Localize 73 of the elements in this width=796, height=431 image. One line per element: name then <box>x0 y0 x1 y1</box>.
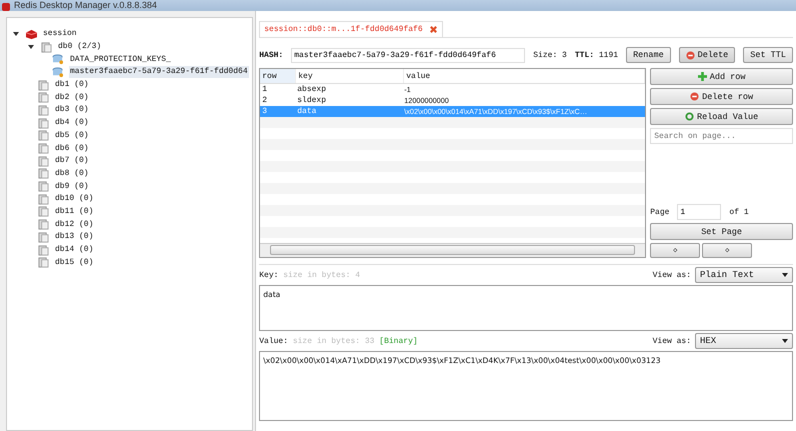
database-icon <box>40 42 53 53</box>
database-icon <box>37 104 50 116</box>
database-icon <box>37 143 50 154</box>
key-label: Key: size in bytes: 4 <box>259 270 360 280</box>
tree-item[interactable]: db15 (0) <box>54 256 94 269</box>
window-title: Redis Desktop Manager v.0.8.8.384 <box>14 0 157 11</box>
search-field[interactable]: Search on page... <box>650 128 793 144</box>
database-icon <box>37 92 50 104</box>
cube-icon <box>25 28 38 40</box>
tree-item[interactable]: db5 (0) <box>54 130 90 142</box>
tree-item[interactable]: db4 (0) <box>54 117 90 130</box>
tree-item[interactable]: db13 (0) <box>54 231 94 244</box>
side-button[interactable]: Delete row <box>650 88 793 105</box>
database-icon <box>37 244 50 256</box>
view-as-dropdown[interactable]: Plain Text <box>695 267 793 283</box>
set-page-button[interactable]: Set Page <box>650 223 793 240</box>
key-icon <box>52 66 65 78</box>
key-name-field[interactable]: master3faaebc7-5a79-3a29-f61f-fdd0d649faf6 <box>291 48 526 62</box>
view-as-dropdown[interactable]: HEX <box>695 333 793 349</box>
side-button[interactable]: Reload Value <box>650 108 793 125</box>
key-icon <box>52 54 65 66</box>
tree-item[interactable]: master3faaebc7-5a79-3a29-f61f-fdd0d64 <box>69 66 249 78</box>
database-icon <box>37 168 50 180</box>
tab[interactable]: session::db0::m...1f-fdd0d649faf6 <box>259 21 443 37</box>
close-icon[interactable] <box>428 25 438 34</box>
page-field[interactable]: 1 <box>677 204 722 220</box>
database-icon <box>37 232 50 243</box>
database-icon <box>37 206 50 218</box>
database-icon <box>37 194 50 205</box>
minus-circle-icon <box>686 50 695 60</box>
page-label: Page <box>650 208 670 216</box>
column-header[interactable]: row <box>260 69 296 83</box>
view-as-label: View as: <box>652 336 691 346</box>
database-icon <box>37 156 50 167</box>
tree-item[interactable]: db7 (0) <box>54 155 90 168</box>
header-button[interactable]: Delete <box>678 47 736 63</box>
tree-item[interactable]: db11 (0) <box>54 206 94 218</box>
view-as-label: View as: <box>652 270 691 280</box>
minus-circle-icon <box>690 92 700 101</box>
tree-item[interactable]: db3 (0) <box>54 104 90 116</box>
refresh-icon <box>685 112 694 121</box>
ttl-label: TTL: 1191 <box>574 50 618 60</box>
tree-item[interactable]: DATA_PROTECTION_KEYS_ <box>69 54 172 66</box>
size-label: Size: 3 <box>533 50 567 60</box>
plus-icon <box>698 72 707 81</box>
database-icon <box>37 80 50 91</box>
side-button[interactable]: Add row <box>650 68 793 85</box>
database-icon <box>37 181 50 192</box>
value-label: Value: size in bytes: 33 [Binary] <box>259 336 418 346</box>
horizontal-scrollbar[interactable] <box>260 243 646 257</box>
page-count: of 1 <box>729 208 749 216</box>
type-label: HASH: <box>259 50 284 60</box>
tree-item[interactable]: session <box>42 28 78 40</box>
tree-item[interactable]: db1 (0) <box>54 79 90 92</box>
tree-item[interactable]: db8 (0) <box>54 168 90 180</box>
tree-item[interactable]: db10 (0) <box>54 193 94 206</box>
database-icon <box>37 118 50 129</box>
column-header[interactable]: value <box>404 69 646 83</box>
tree-item[interactable]: db14 (0) <box>54 244 94 256</box>
column-header[interactable]: key <box>296 69 404 83</box>
app-logo-icon <box>2 3 10 11</box>
tree-item[interactable]: db2 (0) <box>54 92 90 104</box>
tree-item[interactable]: db9 (0) <box>54 180 90 193</box>
tree-item[interactable]: db12 (0) <box>54 218 94 231</box>
header-button[interactable]: Set TTL <box>743 47 793 63</box>
expanded-arrow-icon[interactable] <box>28 45 34 50</box>
tree-item[interactable]: db6 (0) <box>54 142 90 155</box>
header-button[interactable]: Rename <box>626 47 671 63</box>
expanded-arrow-icon[interactable] <box>13 32 19 36</box>
database-icon <box>37 219 50 230</box>
tree-item[interactable]: db0 (2/3) <box>57 41 102 54</box>
database-icon <box>37 257 50 268</box>
database-icon <box>37 130 50 142</box>
